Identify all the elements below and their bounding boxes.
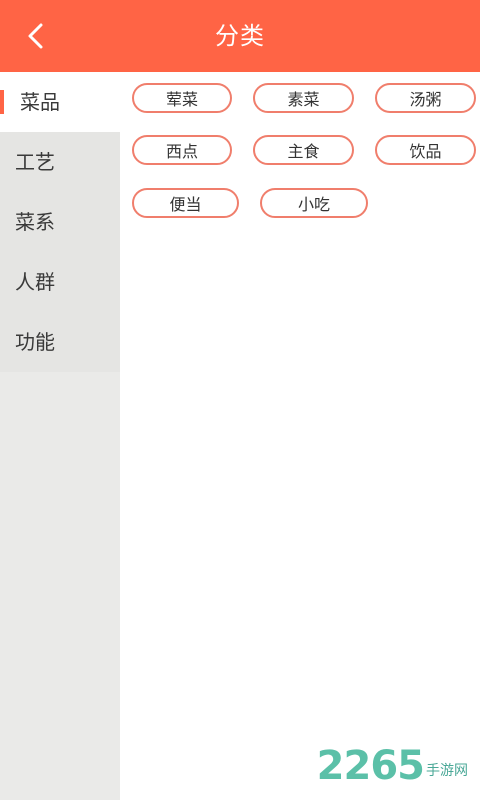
page-title: 分类	[215, 22, 265, 50]
site-watermark: 2265 手游网	[317, 746, 468, 786]
sidebar-item-dishes[interactable]: 菜品	[0, 72, 120, 132]
category-content: 荤菜 素菜 汤粥 西点 主食 饮品 便当 小吃	[120, 72, 480, 800]
category-sidebar: 菜品 工艺 菜系 人群 功能	[0, 72, 120, 800]
category-chip-staple[interactable]: 主食	[253, 135, 354, 165]
watermark-number: 2265	[316, 743, 425, 789]
sidebar-item-function[interactable]: 功能	[0, 312, 120, 372]
category-chip-meat[interactable]: 荤菜	[132, 83, 232, 113]
sidebar-item-technique[interactable]: 工艺	[0, 132, 120, 192]
category-chip-dessert[interactable]: 西点	[132, 135, 232, 165]
category-chip-vegetable[interactable]: 素菜	[253, 83, 354, 113]
sidebar-item-cuisine[interactable]: 菜系	[0, 192, 120, 252]
sidebar-item-people[interactable]: 人群	[0, 252, 120, 312]
category-chip-soup[interactable]: 汤粥	[375, 83, 476, 113]
watermark-text: 手游网	[426, 763, 468, 779]
category-chip-snack[interactable]: 小吃	[260, 188, 368, 218]
category-chip-bento[interactable]: 便当	[132, 188, 239, 218]
category-chip-drink[interactable]: 饮品	[375, 135, 476, 165]
top-bar: 分类	[0, 0, 480, 72]
